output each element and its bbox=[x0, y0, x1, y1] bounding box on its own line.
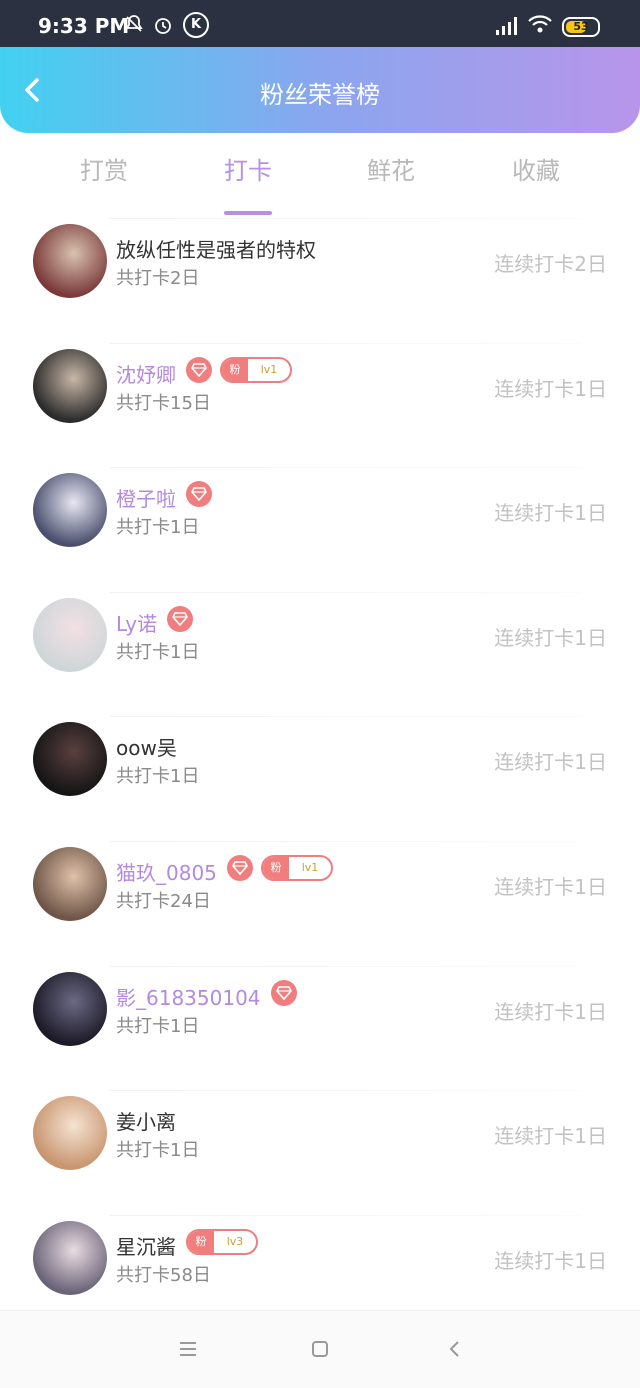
row-divider bbox=[110, 1090, 580, 1092]
streak-days: 连续打卡1日 bbox=[494, 625, 607, 650]
row-divider bbox=[110, 965, 580, 967]
user-name[interactable]: 橙子啦 bbox=[116, 483, 176, 512]
list-item[interactable]: 影_618350104 共打卡1日 连续打卡1日 bbox=[0, 965, 640, 1091]
tab-underline bbox=[224, 211, 272, 215]
streak-days: 连续打卡1日 bbox=[494, 1124, 607, 1149]
user-name[interactable]: 姜小离 bbox=[116, 1106, 176, 1135]
total-checkins: 共打卡1日 bbox=[116, 766, 200, 788]
fan-label: 粉 bbox=[263, 857, 289, 879]
row-divider bbox=[110, 218, 580, 219]
user-name[interactable]: 星沉酱 bbox=[116, 1231, 176, 1260]
tab-favorites[interactable]: 收藏 bbox=[476, 151, 596, 186]
total-checkins: 共打卡1日 bbox=[116, 517, 200, 539]
avatar[interactable] bbox=[33, 971, 107, 1046]
streak-days: 连续打卡1日 bbox=[494, 999, 607, 1024]
k-app-icon: K bbox=[183, 12, 209, 38]
tab-reward[interactable]: 打赏 bbox=[44, 151, 164, 186]
row-divider bbox=[110, 1214, 580, 1216]
tab-flowers[interactable]: 鲜花 bbox=[331, 151, 451, 186]
total-checkins: 共打卡15日 bbox=[116, 392, 211, 414]
fan-level: lv3 bbox=[226, 1234, 244, 1248]
total-checkins: 共打卡1日 bbox=[116, 1140, 200, 1162]
list-item[interactable]: 姜小离共打卡1日 连续打卡1日 bbox=[0, 1090, 640, 1215]
streak-days: 连续打卡1日 bbox=[494, 376, 607, 401]
list-item[interactable]: Ly诺共打卡1日 连续打卡1日 bbox=[0, 591, 640, 717]
avatar[interactable] bbox=[33, 473, 107, 548]
user-name[interactable]: 沈妤卿 bbox=[116, 359, 176, 388]
streak-days: 连续打卡1日 bbox=[494, 875, 607, 899]
avatar[interactable] bbox=[33, 1220, 107, 1295]
diamond-badge-icon bbox=[227, 855, 253, 881]
tab-bar: 打赏 打卡 鲜花 收藏 bbox=[0, 133, 640, 215]
user-name[interactable]: 影_618350104 bbox=[116, 982, 261, 1011]
diamond-badge-icon bbox=[271, 979, 297, 1006]
fan-level: lv1 bbox=[301, 861, 319, 874]
avatar[interactable] bbox=[33, 597, 107, 672]
row-divider bbox=[110, 342, 580, 344]
streak-days: 连续打卡1日 bbox=[494, 750, 607, 775]
mute-bell-icon bbox=[124, 14, 144, 39]
header: 粉丝荣誉榜 bbox=[0, 47, 640, 133]
page-title: 粉丝荣誉榜 bbox=[260, 81, 380, 109]
diamond-badge-icon bbox=[186, 356, 212, 383]
total-checkins: 共打卡1日 bbox=[116, 641, 200, 663]
list-item[interactable]: 猫玖_0805 共打卡24日 连续打卡1日 粉 lv1 bbox=[0, 841, 640, 966]
wifi-icon bbox=[527, 14, 553, 38]
avatar[interactable] bbox=[33, 224, 107, 298]
streak-days: 连续打卡1日 bbox=[494, 1248, 607, 1273]
avatar[interactable] bbox=[33, 1096, 107, 1171]
battery-level: 53 bbox=[573, 20, 589, 33]
fan-label: 粉 bbox=[188, 1230, 214, 1253]
signal-icon bbox=[494, 16, 520, 40]
streak-days: 连续打卡1日 bbox=[494, 501, 607, 526]
list-item[interactable]: 放纵任性是强者的特权共打卡2日 连续打卡2日 bbox=[0, 218, 640, 343]
list-item[interactable]: 橙子啦共打卡1日 连续打卡1日 bbox=[0, 467, 640, 592]
status-bar: 9:33 PM K 53 bbox=[0, 0, 640, 47]
avatar[interactable] bbox=[33, 847, 107, 921]
fan-label: 粉 bbox=[222, 358, 248, 381]
user-name[interactable]: 猫玖_0805 bbox=[116, 857, 217, 886]
avatar[interactable] bbox=[33, 348, 107, 423]
diamond-badge-icon bbox=[186, 481, 212, 508]
user-name[interactable]: oow吴 bbox=[116, 732, 177, 761]
total-checkins: 共打卡24日 bbox=[116, 891, 211, 912]
row-divider bbox=[110, 841, 580, 842]
fan-level: lv1 bbox=[260, 362, 278, 376]
battery-icon: 53 bbox=[562, 17, 600, 37]
fan-level-badge: 粉 lv3 bbox=[186, 1228, 258, 1255]
fan-level-badge: 粉 lv1 bbox=[261, 855, 333, 881]
back-nav-icon[interactable] bbox=[443, 1337, 467, 1361]
fan-level-badge: 粉 lv1 bbox=[220, 356, 292, 383]
status-time: 9:33 PM bbox=[38, 14, 130, 38]
list-item[interactable]: 沈妤卿共打卡15日 连续打卡1日 粉 lv1 bbox=[0, 342, 640, 468]
list-item[interactable]: oow吴共打卡1日 连续打卡1日 bbox=[0, 716, 640, 841]
avatar[interactable] bbox=[33, 722, 107, 797]
user-name[interactable]: 放纵任性是强者的特权 bbox=[116, 234, 316, 263]
total-checkins: 共打卡2日 bbox=[116, 268, 200, 289]
streak-days: 连续打卡2日 bbox=[494, 252, 607, 276]
user-name[interactable]: Ly诺 bbox=[116, 608, 157, 637]
menu-icon[interactable] bbox=[176, 1337, 200, 1361]
row-divider bbox=[110, 591, 580, 593]
diamond-badge-icon bbox=[167, 605, 193, 632]
row-divider bbox=[110, 716, 580, 718]
system-nav-bar bbox=[0, 1310, 640, 1388]
tab-checkin[interactable]: 打卡 bbox=[188, 151, 308, 215]
alarm-icon bbox=[152, 14, 174, 41]
row-divider bbox=[110, 467, 580, 469]
total-checkins: 共打卡58日 bbox=[116, 1264, 211, 1286]
total-checkins: 共打卡1日 bbox=[116, 1015, 200, 1037]
home-icon[interactable] bbox=[308, 1337, 332, 1361]
